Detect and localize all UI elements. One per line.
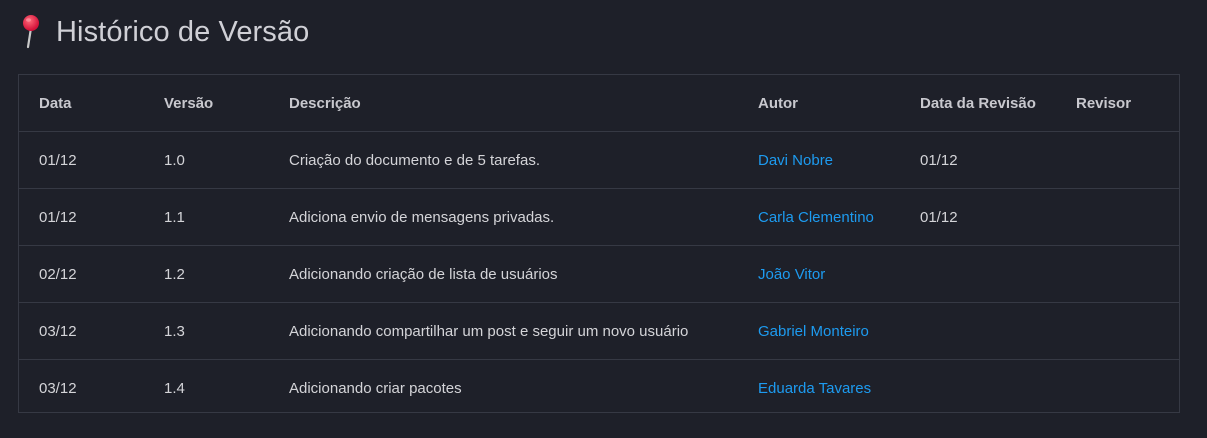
page-title: Histórico de Versão — [56, 15, 310, 48]
cell-reviewer — [1056, 245, 1179, 303]
column-header-author: Autor — [758, 94, 798, 112]
column-header-description: Descrição — [289, 94, 361, 112]
table-row: 03/12 1.4 Adicionando criar pacotes Edua… — [19, 359, 1179, 416]
table-row: 02/12 1.2 Adicionando criação de lista d… — [19, 245, 1179, 303]
cell-author-link[interactable]: Davi Nobre — [738, 131, 900, 189]
cell-version: 1.3 — [144, 302, 269, 360]
column-header-date: Data — [39, 94, 72, 112]
version-history-table: Data Versão Descrição Autor Data da Revi… — [18, 74, 1180, 416]
cell-version: 1.2 — [144, 245, 269, 303]
cell-reviewer — [1056, 131, 1179, 189]
cell-review-date: 01/12 — [900, 188, 1056, 246]
cell-reviewer — [1056, 359, 1179, 416]
cell-review-date — [900, 359, 1056, 416]
cell-review-date — [900, 302, 1056, 360]
cell-date: 01/12 — [19, 188, 144, 246]
cell-author-link[interactable]: Eduarda Tavares — [738, 359, 900, 416]
column-header-version: Versão — [164, 94, 214, 112]
cell-date: 03/12 — [19, 359, 144, 416]
cell-description: Adiciona envio de mensagens privadas. — [269, 188, 738, 246]
cell-version: 1.1 — [144, 188, 269, 246]
table: Data Versão Descrição Autor Data da Revi… — [19, 75, 1179, 416]
cell-version: 1.4 — [144, 359, 269, 416]
column-header-review-date: Data da Revisão — [920, 94, 1036, 112]
cell-date: 02/12 — [19, 245, 144, 303]
cell-description: Criação do documento e de 5 tarefas. — [269, 131, 738, 189]
table-header-row: Data Versão Descrição Autor Data da Revi… — [19, 75, 1179, 132]
cell-review-date: 01/12 — [900, 131, 1056, 189]
cell-date: 01/12 — [19, 131, 144, 189]
cell-review-date — [900, 245, 1056, 303]
column-header-reviewer: Revisor — [1076, 94, 1132, 112]
cell-author-link[interactable]: João Vitor — [738, 245, 900, 303]
table-row: 03/12 1.3 Adicionando compartilhar um po… — [19, 302, 1179, 360]
table-row: 01/12 1.0 Criação do documento e de 5 ta… — [19, 131, 1179, 189]
table-row: 01/12 1.1 Adiciona envio de mensagens pr… — [19, 188, 1179, 246]
cell-description: Adicionando criação de lista de usuários — [269, 245, 738, 303]
cell-description: Adicionando compartilhar um post e segui… — [269, 302, 738, 360]
cell-author-link[interactable]: Gabriel Monteiro — [738, 302, 900, 360]
pushpin-icon — [20, 14, 42, 50]
cell-description: Adicionando criar pacotes — [269, 359, 738, 416]
page-heading: Histórico de Versão — [20, 12, 309, 52]
cell-version: 1.0 — [144, 131, 269, 189]
cell-author-link[interactable]: Carla Clementino — [738, 188, 900, 246]
cell-date: 03/12 — [19, 302, 144, 360]
cell-reviewer — [1056, 188, 1179, 246]
cell-reviewer — [1056, 302, 1179, 360]
